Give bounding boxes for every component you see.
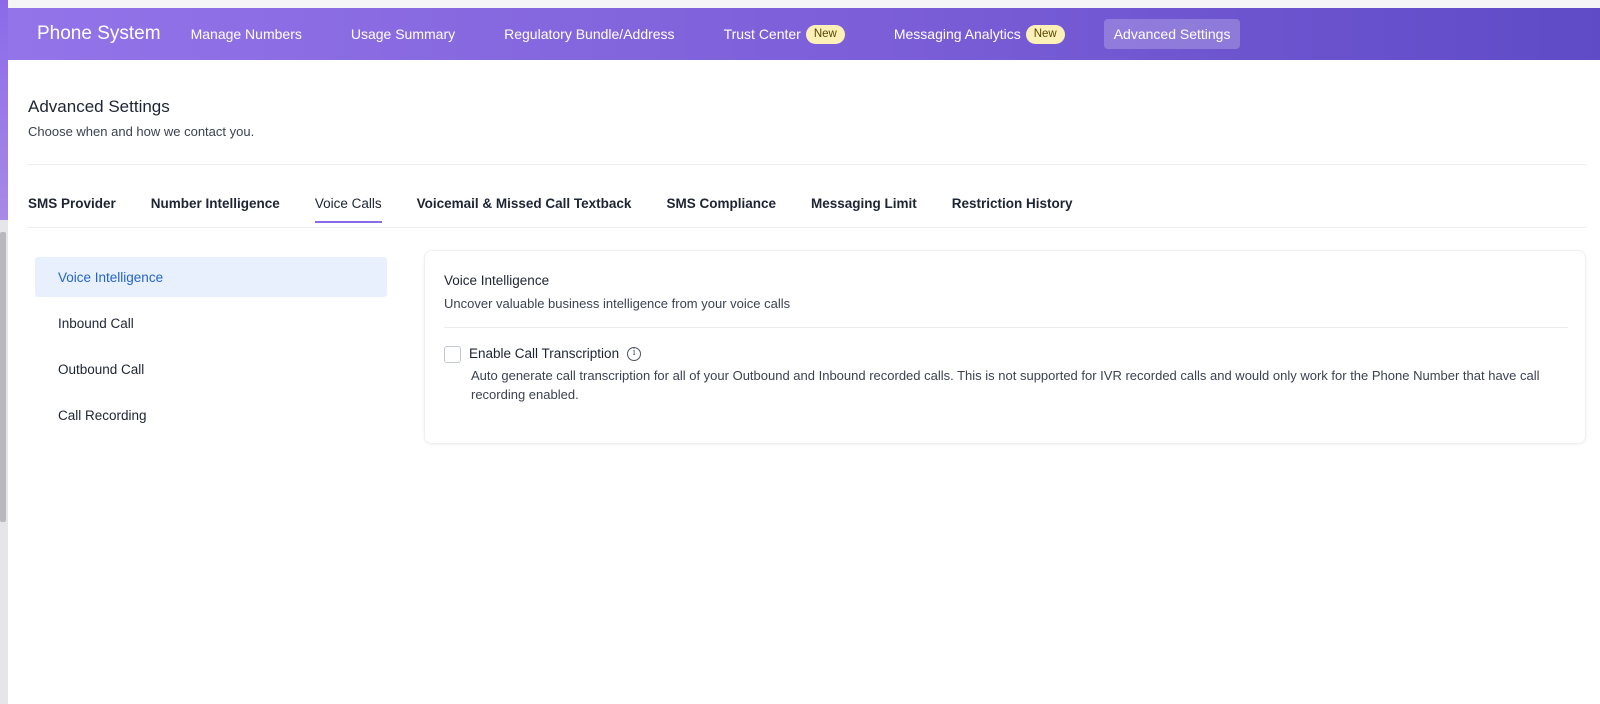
nav-label: Messaging Analytics bbox=[893, 26, 1021, 42]
side-item-voice-intelligence[interactable]: Voice Intelligence bbox=[35, 257, 387, 297]
nav-label: Advanced Settings bbox=[1113, 26, 1231, 42]
card-subtitle: Uncover valuable business intelligence f… bbox=[444, 296, 791, 311]
top-nav: Manage Numbers Usage Summary Regulatory … bbox=[181, 8, 1241, 60]
left-edge-strip bbox=[0, 0, 8, 704]
top-header: Phone System Manage Numbers Usage Summar… bbox=[8, 8, 1600, 60]
nav-label: Usage Summary bbox=[350, 26, 456, 42]
card-divider bbox=[444, 327, 1568, 328]
left-edge-accent bbox=[0, 0, 8, 220]
side-item-call-recording[interactable]: Call Recording bbox=[35, 395, 387, 435]
page-title: Advanced Settings bbox=[28, 97, 170, 116]
tab-number-intelligence[interactable]: Number Intelligence bbox=[151, 196, 280, 223]
voice-intelligence-card: Voice Intelligence Uncover valuable busi… bbox=[424, 250, 1586, 444]
top-strip bbox=[8, 0, 1600, 8]
nav-label: Regulatory Bundle/Address bbox=[504, 26, 675, 42]
nav-label: Trust Center bbox=[723, 26, 801, 42]
call-transcription-description: Auto generate call transcription for all… bbox=[471, 368, 1540, 402]
enable-call-transcription-checkbox[interactable] bbox=[444, 346, 461, 363]
info-icon[interactable]: i bbox=[627, 346, 642, 361]
enable-call-transcription-label[interactable]: Enable Call Transcription i bbox=[469, 346, 642, 361]
page-subtitle: Choose when and how we contact you. bbox=[28, 124, 255, 139]
tab-voice-calls[interactable]: Voice Calls bbox=[314, 196, 382, 223]
side-item-inbound-call[interactable]: Inbound Call bbox=[35, 303, 387, 343]
card-title: Voice Intelligence bbox=[444, 273, 550, 288]
nav-usage-summary[interactable]: Usage Summary bbox=[341, 19, 465, 49]
divider bbox=[28, 164, 1586, 165]
side-item-outbound-call[interactable]: Outbound Call bbox=[35, 349, 387, 389]
tabs-divider bbox=[28, 227, 1586, 228]
nav-messaging-analytics[interactable]: Messaging Analytics New bbox=[884, 18, 1075, 51]
nav-advanced-settings[interactable]: Advanced Settings bbox=[1103, 19, 1241, 49]
tab-voicemail-missed-call-textback[interactable]: Voicemail & Missed Call Textback bbox=[417, 196, 632, 223]
nav-trust-center[interactable]: Trust Center New bbox=[714, 18, 855, 51]
left-scrollbar[interactable] bbox=[0, 232, 6, 522]
nav-regulatory-bundle[interactable]: Regulatory Bundle/Address bbox=[494, 19, 684, 49]
tab-restriction-history[interactable]: Restriction History bbox=[952, 196, 1073, 223]
nav-label: Manage Numbers bbox=[190, 26, 302, 42]
voice-calls-side-menu: Voice Intelligence Inbound Call Outbound… bbox=[35, 257, 387, 441]
settings-tabs: SMS Provider Number Intelligence Voice C… bbox=[28, 196, 1073, 223]
tab-messaging-limit[interactable]: Messaging Limit bbox=[811, 196, 917, 223]
option-label-text: Enable Call Transcription bbox=[469, 346, 620, 361]
tab-sms-compliance[interactable]: SMS Compliance bbox=[666, 196, 776, 223]
tab-sms-provider[interactable]: SMS Provider bbox=[28, 196, 116, 223]
nav-manage-numbers[interactable]: Manage Numbers bbox=[181, 19, 312, 49]
brand-title: Phone System bbox=[37, 23, 161, 44]
new-badge: New bbox=[1025, 24, 1065, 44]
new-badge: New bbox=[805, 24, 845, 44]
